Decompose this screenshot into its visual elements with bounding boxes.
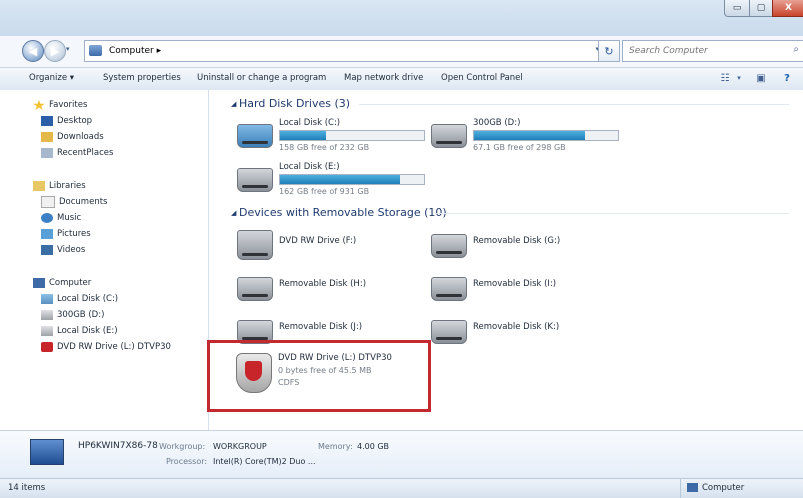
drive-icon [41, 326, 53, 336]
drive-k[interactable]: Removable Disk (K:) [431, 314, 621, 354]
status-divider [680, 479, 681, 498]
back-button[interactable]: ◀ [22, 40, 44, 62]
map-network-drive-button[interactable]: Map network drive [344, 73, 423, 83]
search-icon[interactable]: ⌕ [793, 44, 799, 55]
computer-icon [89, 45, 102, 56]
forward-button[interactable]: ▶ [44, 40, 66, 62]
star-icon [33, 100, 45, 110]
search-box[interactable]: ⌕ [622, 40, 803, 62]
nav-libraries[interactable]: Libraries [33, 179, 86, 193]
maximize-button[interactable]: ▢ [749, 0, 773, 17]
drive-d[interactable]: 300GB (D:) 67.1 GB free of 298 GB [431, 118, 621, 158]
processor-value: Intel(R) Core(TM)2 Duo ... [213, 457, 316, 466]
workgroup-value: WORKGROUP [213, 442, 267, 451]
computer-icon [33, 278, 45, 288]
removable-disk-icon [431, 277, 467, 301]
uninstall-program-button[interactable]: Uninstall or change a program [197, 73, 326, 83]
nav-videos[interactable]: Videos [41, 243, 85, 257]
nav-desktop[interactable]: Desktop [41, 114, 92, 128]
view-options-icon[interactable]: ☷ [718, 71, 732, 85]
details-pane: HP6KWIN7X86-78 Workgroup: WORKGROUP Memo… [0, 430, 803, 479]
drive-c-usage-bar [279, 130, 425, 141]
group-hard-disk-drives[interactable]: Hard Disk Drives (3) [239, 97, 350, 110]
status-bar: 14 items Computer [0, 478, 803, 498]
nav-music[interactable]: Music [41, 211, 81, 225]
title-bar [0, 0, 803, 36]
refresh-button[interactable]: ↻ [598, 40, 620, 62]
kingston-drive-icon [236, 353, 272, 393]
computer-icon [687, 483, 698, 492]
navigation-pane: Favorites Desktop Downloads RecentPlaces… [0, 90, 209, 430]
organize-button[interactable]: Organize ▾ [29, 73, 74, 83]
nav-local-disk-e[interactable]: Local Disk (E:) [41, 324, 118, 338]
pictures-icon [41, 229, 53, 239]
nav-local-disk-c[interactable]: Local Disk (C:) [41, 292, 118, 306]
removable-disk-icon [237, 277, 273, 301]
recent-places-icon [41, 148, 53, 158]
kingston-drive-icon [41, 342, 53, 352]
drive-i[interactable]: Removable Disk (I:) [431, 271, 621, 311]
group-removable-storage[interactable]: Devices with Removable Storage (10) [239, 206, 447, 219]
view-dropdown-icon[interactable]: ▾ [732, 71, 746, 85]
windows-drive-icon [237, 124, 273, 148]
desktop-icon [41, 116, 53, 126]
hard-drive-icon [431, 124, 467, 148]
explorer-window: ▭ ▢ X ◀ ▶ ▾ Computer ▸ ▾ ↻ ⌕ Organize ▾ … [0, 0, 803, 498]
computer-name: HP6KWIN7X86-78 [78, 441, 158, 451]
open-control-panel-button[interactable]: Open Control Panel [441, 73, 523, 83]
group-divider [435, 213, 789, 214]
system-properties-button[interactable]: System properties [103, 73, 181, 83]
drive-d-usage-bar [473, 130, 619, 141]
nav-300gb-d[interactable]: 300GB (D:) [41, 308, 104, 322]
command-bar: Organize ▾ System properties Uninstall o… [0, 67, 803, 91]
drive-e-usage-bar [279, 174, 425, 185]
dvd-drive-icon [237, 230, 273, 260]
music-icon [41, 213, 53, 223]
nav-downloads[interactable]: Downloads [41, 130, 104, 144]
drive-h[interactable]: Removable Disk (H:) [237, 271, 427, 311]
hard-drive-icon [237, 168, 273, 192]
selected-drive-l[interactable]: DVD RW Drive (L:) DTVP30 0 bytes free of… [207, 340, 431, 412]
minimize-button[interactable]: ▭ [724, 0, 750, 17]
drive-icon [41, 310, 53, 320]
nav-pictures[interactable]: Pictures [41, 227, 91, 241]
recent-pages-dropdown[interactable]: ▾ [66, 45, 70, 53]
close-button[interactable]: X [772, 0, 803, 17]
videos-icon [41, 245, 53, 255]
address-bar[interactable]: Computer ▸ ▾ [84, 40, 606, 62]
drive-f[interactable]: DVD RW Drive (F:) [237, 228, 427, 268]
collapse-hdd-icon[interactable]: ◢ [231, 100, 236, 108]
help-icon[interactable]: ? [780, 71, 794, 85]
nav-favorites[interactable]: Favorites [33, 98, 87, 112]
preview-pane-icon[interactable]: ▣ [754, 71, 768, 85]
downloads-icon [41, 132, 53, 142]
search-input[interactable] [627, 45, 781, 57]
drive-icon [41, 294, 53, 304]
removable-disk-icon [431, 320, 467, 344]
libraries-icon [33, 181, 45, 191]
removable-disk-icon [431, 234, 467, 258]
nav-dvd-drive-l[interactable]: DVD RW Drive (L:) DTVP30 [41, 340, 171, 354]
documents-icon [41, 196, 55, 208]
drive-e[interactable]: Local Disk (E:) 162 GB free of 931 GB [237, 162, 427, 202]
group-divider [359, 104, 789, 105]
nav-documents[interactable]: Documents [41, 195, 107, 209]
item-count: 14 items [8, 483, 46, 493]
nav-computer[interactable]: Computer [33, 276, 91, 290]
nav-recent-places[interactable]: RecentPlaces [41, 146, 113, 160]
collapse-removable-icon[interactable]: ◢ [231, 209, 236, 217]
memory-value: 4.00 GB [357, 442, 390, 451]
drive-c[interactable]: Local Disk (C:) 158 GB free of 232 GB [237, 118, 427, 158]
drive-g[interactable]: Removable Disk (G:) [431, 228, 621, 268]
status-location: Computer [702, 483, 745, 493]
computer-icon [30, 439, 64, 465]
breadcrumb-computer[interactable]: Computer ▸ [109, 46, 161, 56]
